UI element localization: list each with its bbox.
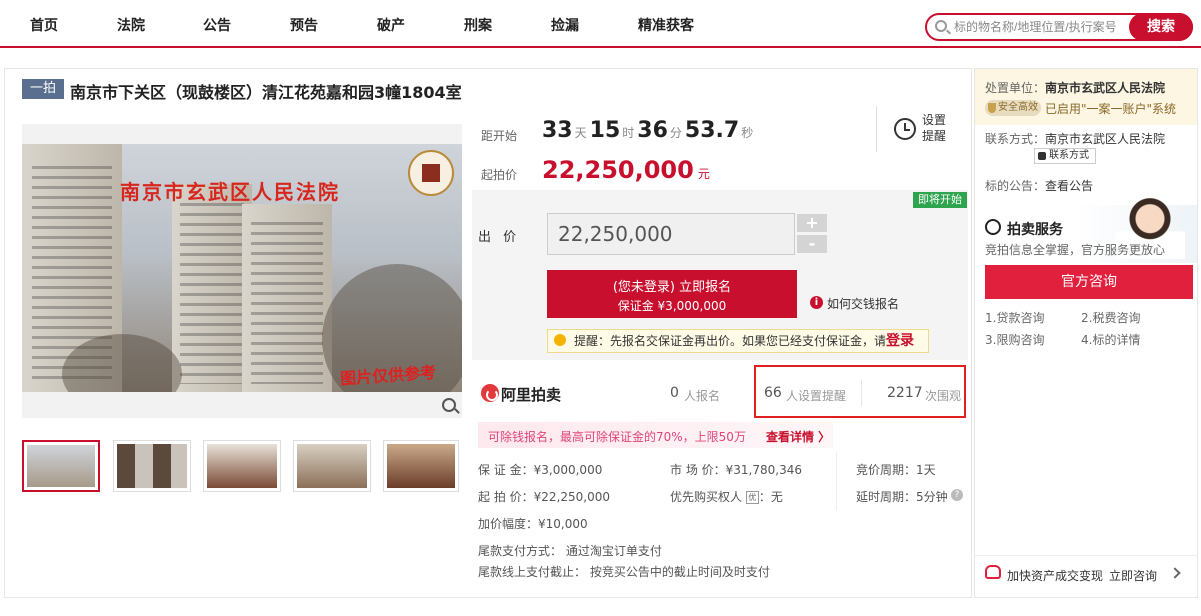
money-bag-icon xyxy=(985,565,1001,579)
notice-label: 标的公告： xyxy=(985,179,1046,193)
chevron-right-icon[interactable] xyxy=(1169,567,1181,579)
alarm-clock-icon[interactable] xyxy=(894,118,916,140)
org-name: 南京市玄武区人民法院 xyxy=(1045,81,1166,95)
countdown-timer: 33 天 15 时 36 分 53.7 秒 xyxy=(542,118,754,143)
question-purchase-limit[interactable]: 3.限购咨询 xyxy=(985,331,1044,348)
signup-button[interactable]: (您未登录) 立即报名 保证金 ¥3,000,000 xyxy=(547,270,797,318)
signup-count: 0 xyxy=(670,385,679,401)
nav-court[interactable]: 法院 xyxy=(117,15,145,35)
nav-bankruptcy[interactable]: 破产 xyxy=(377,15,405,35)
start-price-info: 起 拍 价：¥22,250,000 xyxy=(478,490,610,504)
brand-name: 阿里拍卖 xyxy=(501,386,562,404)
bid-decrease-button[interactable]: - xyxy=(797,235,827,253)
contact-label: 联系方式： xyxy=(985,132,1046,146)
contact-org: 南京市玄武区人民法院 xyxy=(1045,132,1166,146)
photo-viewer: 南京市玄武区人民法院 图片仅供参考 xyxy=(22,124,462,418)
thumbnail-5[interactable] xyxy=(383,440,459,492)
login-link[interactable]: 登录 xyxy=(886,333,914,349)
phone-icon xyxy=(1038,152,1046,160)
account-system[interactable]: 已启用"一案一账户"系统 xyxy=(1045,100,1176,117)
info-icon: i xyxy=(810,296,823,309)
nav-leads[interactable]: 精准获客 xyxy=(638,15,694,35)
bidding-cycle-info: 竞价周期：1天 xyxy=(856,463,936,477)
search-box: 搜索 xyxy=(925,13,1193,41)
thumbnail-2[interactable] xyxy=(113,440,191,492)
priority-icon: 优 xyxy=(745,491,759,504)
divider xyxy=(975,555,1197,556)
main-photo[interactable]: 南京市玄武区人民法院 图片仅供参考 xyxy=(22,144,462,392)
question-tax[interactable]: 2.税费咨询 xyxy=(1081,309,1140,326)
bid-amount-input[interactable]: 22,250,000 xyxy=(547,213,795,255)
thumbnail-3[interactable] xyxy=(203,440,281,492)
priority-buyer-info: 优先购买权人 优：无 xyxy=(670,490,783,504)
increment-info: 加价幅度：¥10,000 xyxy=(478,517,588,531)
consult-now-link[interactable]: 立即咨询 xyxy=(1109,567,1157,584)
bid-increase-button[interactable]: + xyxy=(797,214,827,232)
nav-home[interactable]: 首页 xyxy=(30,15,58,35)
official-consult-button[interactable]: 官方咨询 xyxy=(985,265,1193,299)
pay-deadline-info: 尾款线上支付截止： 按竞买公告中的截止时间及时支付 xyxy=(478,565,770,579)
view-notice-link[interactable]: 查看公告 xyxy=(1045,177,1093,194)
thumbnail-strip xyxy=(22,440,462,496)
deposit-info: 保 证 金：¥3,000,000 xyxy=(478,463,603,477)
search-button[interactable]: 搜索 xyxy=(1129,13,1193,41)
photo-court-watermark: 南京市玄武区人民法院 xyxy=(120,180,340,204)
bid-label: 出 价 xyxy=(478,230,521,245)
safe-badge: 安全高效 xyxy=(985,100,1041,116)
lightbulb-icon xyxy=(554,334,566,346)
service-icon xyxy=(985,219,1001,235)
contact-button[interactable]: 联系方式 xyxy=(1034,148,1096,164)
zoom-icon[interactable] xyxy=(442,398,456,412)
question-loan[interactable]: 1.贷款咨询 xyxy=(985,309,1044,326)
court-seal-icon xyxy=(408,150,454,196)
delay-cycle-info: 延时周期：5分钟 xyxy=(856,490,948,504)
thumbnail-4[interactable] xyxy=(293,440,371,492)
alibaba-auction-logo-icon xyxy=(481,384,499,402)
countdown-label: 距开始 xyxy=(481,129,518,143)
how-to-pay-link[interactable]: 如何交钱报名 xyxy=(827,295,899,312)
nav-criminal[interactable]: 刑案 xyxy=(464,15,492,35)
view-details-link[interactable]: 查看详情 〉 xyxy=(766,428,830,445)
round-tag: 一拍 xyxy=(22,79,64,99)
help-icon[interactable]: ? xyxy=(951,489,963,501)
search-input[interactable] xyxy=(954,18,1134,36)
question-item-details[interactable]: 4.标的详情 xyxy=(1081,331,1140,348)
page-title: 南京市下关区（现鼓楼区）清江花苑嘉和园3幢1804室 xyxy=(70,83,462,102)
nav-notice[interactable]: 公告 xyxy=(203,15,231,35)
highlight-box xyxy=(754,365,966,418)
signup-count-label: 人报名 xyxy=(684,389,721,403)
org-label: 处置单位： xyxy=(985,81,1046,95)
start-price-label: 起拍价 xyxy=(481,168,518,182)
service-title: 拍卖服务 xyxy=(1007,222,1063,238)
deposit-loan-promo[interactable]: 可除钱报名，最高可除保证金的70%，上限50万 查看详情 〉 xyxy=(478,422,833,448)
status-badge: 即将开始 xyxy=(913,192,967,208)
nav-preview[interactable]: 预告 xyxy=(290,15,318,35)
start-price: 22,250,000 元 xyxy=(542,156,710,184)
service-subtitle: 竞拍信息全掌握，官方服务更放心 xyxy=(985,243,1166,257)
nav-bargain[interactable]: 捡漏 xyxy=(551,15,579,35)
login-tip: 提醒：先报名交保证金再出价。如果您已经支付保证金，请登录 xyxy=(547,329,929,353)
market-price-info: 市 场 价：¥31,780,346 xyxy=(670,463,802,477)
sidebar: 处置单位： 南京市玄武区人民法院 安全高效 已启用"一案一账户"系统 联系方式：… xyxy=(974,68,1198,598)
set-reminder[interactable]: 设置提醒 xyxy=(922,112,952,144)
pay-method-info: 尾款支付方式： 通过淘宝订单支付 xyxy=(478,544,662,558)
asset-cash-text: 加快资产成交变现 xyxy=(1007,569,1104,583)
divider xyxy=(876,106,877,152)
top-nav: 首页 法院 公告 预告 破产 刑案 捡漏 精准获客 搜索 xyxy=(0,0,1201,48)
search-icon xyxy=(935,20,947,32)
divider xyxy=(836,452,837,510)
thumbnail-1[interactable] xyxy=(22,440,100,492)
